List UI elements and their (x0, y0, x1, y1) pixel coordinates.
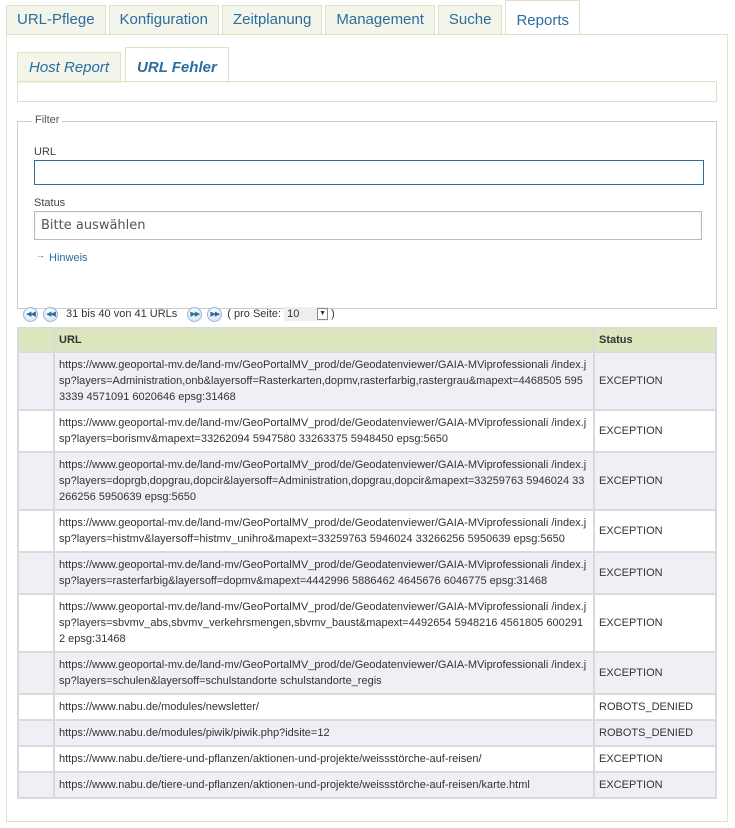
tab-reports[interactable]: Reports (505, 0, 580, 35)
last-page-icon[interactable]: ▶▶ (207, 306, 223, 322)
table-row[interactable]: https://www.geoportal-mv.de/land-mv/GeoP… (17, 351, 717, 411)
tab-suche[interactable]: Suche (437, 5, 503, 34)
per-page-suffix: ) (331, 308, 335, 320)
next-page-icon[interactable]: ▶▶ (187, 306, 203, 322)
status-cell: EXCEPTION (593, 451, 717, 511)
status-cell: EXCEPTION (593, 593, 717, 653)
tab-konfiguration[interactable]: Konfiguration (108, 5, 219, 34)
url-cell: https://www.geoportal-mv.de/land-mv/GeoP… (53, 409, 595, 453)
url-cell: https://www.geoportal-mv.de/land-mv/GeoP… (53, 351, 595, 411)
table-row[interactable]: https://www.nabu.de/tiere-und-pflanzen/a… (17, 771, 717, 799)
table-row[interactable]: https://www.geoportal-mv.de/land-mv/GeoP… (17, 451, 717, 511)
url-filter-input[interactable] (34, 160, 704, 185)
status-cell: EXCEPTION (593, 771, 717, 799)
column-header-select (17, 327, 55, 353)
table-row[interactable]: https://www.geoportal-mv.de/land-mv/GeoP… (17, 551, 717, 595)
status-cell: ROBOTS_DENIED (593, 693, 717, 721)
table-row[interactable]: https://www.nabu.de/modules/newsletter/R… (17, 693, 717, 721)
pager-range-text: 31 bis 40 von 41 URLs (66, 308, 178, 320)
table-header-row: URL Status (17, 327, 717, 353)
url-errors-table: URL Status https://www.geoportal-mv.de/l… (17, 327, 717, 799)
main-tabs: URL-Pflege Konfiguration Zeitplanung Man… (6, 0, 583, 35)
column-header-url[interactable]: URL (53, 327, 595, 353)
per-page-value: 10 (287, 308, 300, 320)
url-label: URL (34, 146, 57, 158)
first-page-icon[interactable]: ◀◀ (23, 306, 38, 322)
row-select-cell[interactable] (17, 593, 55, 653)
table-row[interactable]: https://www.geoportal-mv.de/land-mv/GeoP… (17, 409, 717, 453)
table-row[interactable]: https://www.geoportal-mv.de/land-mv/GeoP… (17, 593, 717, 653)
reports-panel: Host Report URL Fehler Filter URL Status… (6, 34, 728, 822)
row-select-cell[interactable] (17, 651, 55, 695)
row-select-cell[interactable] (17, 451, 55, 511)
url-cell: https://www.nabu.de/modules/newsletter/ (53, 693, 595, 721)
column-header-status[interactable]: Status (593, 327, 717, 353)
status-cell: ROBOTS_DENIED (593, 719, 717, 747)
table-body: https://www.geoportal-mv.de/land-mv/GeoP… (17, 351, 717, 799)
tab-url-fehler[interactable]: URL Fehler (125, 47, 229, 83)
url-cell: https://www.geoportal-mv.de/land-mv/GeoP… (53, 451, 595, 511)
row-select-cell[interactable] (17, 351, 55, 411)
pagination: ◀◀ ◀◀ 31 bis 40 von 41 URLs ▶▶ ▶▶ ( pro … (23, 306, 335, 322)
url-cell: https://www.geoportal-mv.de/land-mv/GeoP… (53, 551, 595, 595)
url-cell: https://www.nabu.de/modules/piwik/piwik.… (53, 719, 595, 747)
filter-fieldset: Filter URL Status Bitte auswählen → Hinwe… (17, 114, 717, 309)
url-cell: https://www.nabu.de/tiere-und-pflanzen/a… (53, 745, 595, 773)
status-cell: EXCEPTION (593, 409, 717, 453)
tab-zeitplanung[interactable]: Zeitplanung (221, 5, 323, 34)
row-select-cell[interactable] (17, 551, 55, 595)
status-cell: EXCEPTION (593, 745, 717, 773)
per-page-select[interactable]: 10 ▼ (284, 307, 329, 321)
row-select-cell[interactable] (17, 719, 55, 747)
row-select-cell[interactable] (17, 771, 55, 799)
tab-url-pflege[interactable]: URL-Pflege (6, 5, 106, 34)
per-page-prefix: ( pro Seite: (227, 308, 282, 320)
arrow-right-icon: → (36, 250, 45, 260)
tab-host-report[interactable]: Host Report (17, 52, 122, 83)
table-row[interactable]: https://www.nabu.de/tiere-und-pflanzen/a… (17, 745, 717, 773)
previous-page-icon[interactable]: ◀◀ (43, 306, 58, 322)
tab-management[interactable]: Management (325, 5, 435, 34)
url-cell: https://www.geoportal-mv.de/land-mv/GeoP… (53, 651, 595, 695)
row-select-cell[interactable] (17, 409, 55, 453)
status-label: Status (34, 197, 66, 209)
table-row[interactable]: https://www.nabu.de/modules/piwik/piwik.… (17, 719, 717, 747)
table-row[interactable]: https://www.geoportal-mv.de/land-mv/GeoP… (17, 651, 717, 695)
table-row[interactable]: https://www.geoportal-mv.de/land-mv/GeoP… (17, 509, 717, 553)
status-cell: EXCEPTION (593, 651, 717, 695)
status-cell: EXCEPTION (593, 551, 717, 595)
url-cell: https://www.geoportal-mv.de/land-mv/GeoP… (53, 593, 595, 653)
filter-legend: Filter (32, 114, 63, 126)
row-select-cell[interactable] (17, 745, 55, 773)
status-select[interactable]: Bitte auswählen (34, 211, 702, 240)
status-cell: EXCEPTION (593, 351, 717, 411)
chevron-down-icon: ▼ (317, 308, 329, 320)
subtab-content-bar (17, 81, 717, 102)
status-cell: EXCEPTION (593, 509, 717, 553)
row-select-cell[interactable] (17, 509, 55, 553)
hint-label: Hinweis (49, 252, 88, 264)
hint-link[interactable]: → Hinweis (36, 250, 88, 264)
url-cell: https://www.geoportal-mv.de/land-mv/GeoP… (53, 509, 595, 553)
row-select-cell[interactable] (17, 693, 55, 721)
status-select-value: Bitte auswählen (41, 218, 146, 233)
report-subtabs: Host Report URL Fehler (17, 47, 233, 83)
url-cell: https://www.nabu.de/tiere-und-pflanzen/a… (53, 771, 595, 799)
